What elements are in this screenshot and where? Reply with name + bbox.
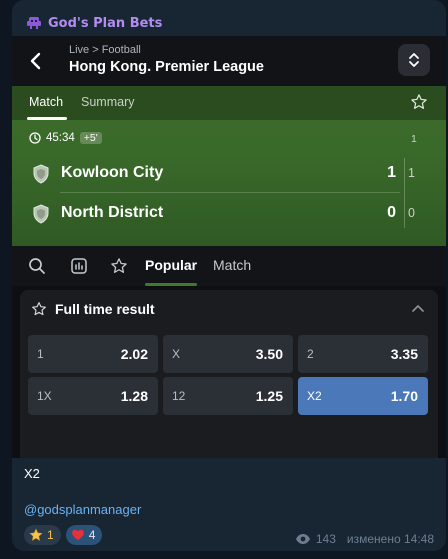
channel-header[interactable]: God's Plan Bets bbox=[26, 12, 162, 34]
chevron-up-down-icon bbox=[409, 53, 419, 67]
reaction-heart[interactable]: 4 bbox=[65, 525, 103, 545]
period-score: 0 bbox=[408, 206, 415, 220]
shield-icon bbox=[33, 204, 49, 224]
match-scoreboard: Match Summary 45:34 +5' 1 Kowloon City 1… bbox=[12, 86, 446, 246]
odd-label: 2 bbox=[307, 347, 314, 361]
filter-popular[interactable]: Popular bbox=[145, 257, 197, 273]
message-meta: 143 изменено 14:48 bbox=[295, 532, 434, 546]
back-arrow-icon[interactable] bbox=[26, 50, 46, 72]
mention-link[interactable]: @godsplanmanager bbox=[24, 502, 141, 517]
star-outline-icon[interactable] bbox=[410, 93, 428, 111]
alien-icon bbox=[27, 17, 41, 29]
filter-match[interactable]: Match bbox=[213, 257, 251, 273]
active-filter-indicator bbox=[145, 283, 197, 286]
odd-value: 3.35 bbox=[390, 346, 418, 362]
team-name: Kowloon City bbox=[61, 164, 164, 181]
odd-value: 1.70 bbox=[390, 388, 418, 404]
odd-value: 3.50 bbox=[255, 346, 283, 362]
odd-value: 1.25 bbox=[255, 388, 283, 404]
view-count: 143 bbox=[315, 532, 336, 546]
search-icon[interactable] bbox=[28, 257, 46, 275]
period-score: 1 bbox=[408, 166, 415, 180]
stats-icon[interactable] bbox=[70, 257, 88, 275]
period-label: 1 bbox=[411, 133, 417, 145]
odd-label: 1X bbox=[37, 389, 52, 403]
odd-value: 2.02 bbox=[120, 346, 148, 362]
odd-label: X2 bbox=[307, 389, 322, 403]
odd-label: X bbox=[172, 347, 181, 361]
odd-label: 12 bbox=[172, 389, 186, 403]
star-icon bbox=[29, 528, 43, 541]
score-separator bbox=[404, 158, 405, 228]
team-row-home: Kowloon City 1 1 bbox=[12, 156, 446, 192]
clock-time: 45:34 bbox=[46, 132, 75, 144]
breadcrumb[interactable]: Live > Football bbox=[69, 44, 141, 56]
odd-button-1x[interactable]: 1X 1.28 bbox=[28, 377, 158, 415]
reactions-bar: 1 4 bbox=[24, 525, 103, 545]
edited-timestamp: изменено 14:48 bbox=[346, 532, 434, 546]
league-title: Hong Kong. Premier League bbox=[69, 59, 264, 75]
match-tabs: Match Summary bbox=[12, 86, 446, 120]
odd-button-12[interactable]: 12 1.25 bbox=[163, 377, 293, 415]
team-score: 0 bbox=[387, 204, 396, 221]
market-title: Full time result bbox=[55, 301, 155, 317]
team-name: North District bbox=[61, 204, 164, 221]
market-filter-bar: Popular Match bbox=[12, 246, 446, 286]
odd-button-x2-selected[interactable]: X2 1.70 bbox=[298, 377, 428, 415]
odd-button-1[interactable]: 1 2.02 bbox=[28, 335, 158, 373]
tab-summary[interactable]: Summary bbox=[81, 95, 134, 109]
betting-screenshot[interactable]: Live > Football Hong Kong. Premier Leagu… bbox=[12, 36, 446, 458]
active-tab-indicator bbox=[27, 117, 67, 120]
app-header: Live > Football Hong Kong. Premier Leagu… bbox=[12, 36, 446, 86]
odd-button-x[interactable]: X 3.50 bbox=[163, 335, 293, 373]
chevron-up-icon[interactable] bbox=[412, 304, 424, 312]
added-time-badge: +5' bbox=[79, 132, 102, 144]
market-card: Full time result 1 2.02 X 3.50 2 3.35 1X… bbox=[20, 290, 438, 458]
reaction-star[interactable]: 1 bbox=[24, 525, 61, 545]
sort-button[interactable] bbox=[398, 44, 430, 76]
team-score: 1 bbox=[387, 164, 396, 181]
tab-match[interactable]: Match bbox=[29, 95, 63, 109]
message-caption: X2 bbox=[24, 466, 40, 481]
message-bubble: God's Plan Bets Live > Football Hong Kon… bbox=[12, 0, 446, 551]
star-outline-icon[interactable] bbox=[31, 301, 47, 317]
team-row-away: North District 0 0 bbox=[12, 196, 446, 232]
match-clock: 45:34 +5' bbox=[29, 132, 102, 144]
odd-button-2[interactable]: 2 3.35 bbox=[298, 335, 428, 373]
star-outline-icon[interactable] bbox=[110, 257, 128, 275]
shield-icon bbox=[33, 164, 49, 184]
odds-grid: 1 2.02 X 3.50 2 3.35 1X 1.28 12 1.25 X2 … bbox=[28, 335, 428, 415]
clock-icon bbox=[29, 132, 41, 144]
channel-name: God's Plan Bets bbox=[48, 15, 163, 31]
odd-label: 1 bbox=[37, 347, 44, 361]
odd-value: 1.28 bbox=[120, 388, 148, 404]
reaction-count: 1 bbox=[47, 528, 54, 542]
reaction-count: 4 bbox=[88, 528, 96, 542]
team-divider bbox=[60, 192, 400, 193]
heart-icon bbox=[71, 529, 84, 541]
eye-icon bbox=[295, 534, 310, 544]
